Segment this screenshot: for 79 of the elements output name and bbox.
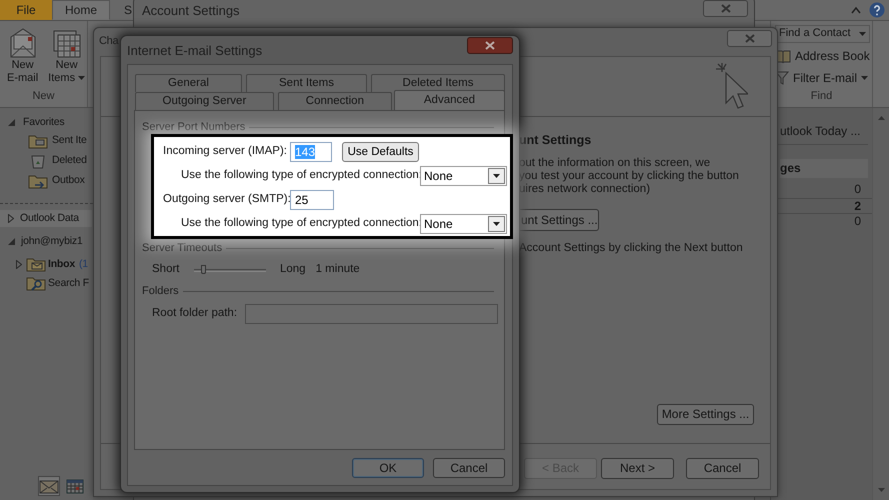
field-label: Use the following type of encrypted connection: [181, 217, 420, 232]
envelope-icon [8, 27, 38, 59]
dialog-button[interactable]: OK [352, 458, 424, 478]
collapse-ribbon-icon [851, 6, 861, 14]
test-button[interactable]: unt Settings ... [519, 209, 599, 231]
calendar-icon [66, 478, 84, 494]
slider-label: Long [280, 263, 306, 278]
ribbon-tab[interactable]: File [0, 0, 52, 20]
close-icon [744, 34, 754, 43]
input-field[interactable]: 143 [290, 142, 332, 162]
window-title: Account Settings [142, 3, 240, 19]
cursor-click-icon [716, 61, 748, 111]
search-folder-icon [26, 275, 46, 292]
help-icon [869, 2, 885, 18]
close-icon [485, 41, 495, 50]
folder-label[interactable]: Inbox [48, 258, 75, 270]
caret-icon [493, 222, 500, 226]
dropdown[interactable]: None [420, 214, 507, 234]
tab[interactable]: Connection [278, 92, 392, 110]
window-title: Internet E-mail Settings [126, 42, 262, 60]
field-label: Use the following type of encrypted connection: [181, 169, 420, 184]
field-label: Incoming server (IMAP): [163, 145, 288, 160]
dialog-button[interactable]: Cancel [433, 458, 505, 478]
folder-label[interactable]: Outbox [52, 174, 85, 187]
dialog-button[interactable]: Next > [601, 458, 674, 479]
ribbon-tab[interactable]: Home [52, 0, 110, 20]
ribbon-tab[interactable]: S [122, 0, 134, 20]
slider-label: Short [152, 263, 180, 278]
ribbon-button[interactable]: Filter E-mail [775, 69, 872, 87]
timeout-value: 1 minute [316, 263, 360, 278]
instruction-text: Account Settings by clicking the Next button [519, 242, 744, 256]
folder-label[interactable]: Search F [48, 276, 89, 290]
expand-triangle-icon [16, 260, 22, 269]
field-label: Outgoing server (SMTP): [163, 193, 290, 208]
input-field[interactable]: 25 [290, 190, 334, 210]
ribbon-button[interactable]: New E-mail [4, 25, 42, 86]
tab[interactable]: General [135, 74, 242, 92]
field-label: Root folder path: [152, 307, 238, 322]
use-defaults-button[interactable]: Use Defaults [342, 142, 419, 162]
description: out the information on this screen, we you test your account by clicking the button uires network connection) [519, 157, 740, 196]
account-row[interactable]: john@mybiz1 [0, 232, 92, 250]
scroll-up-icon [878, 116, 884, 120]
tab[interactable]: Outgoing Server [135, 92, 274, 110]
group-label: Folders [142, 285, 179, 298]
caret-icon [493, 174, 500, 178]
envelope-icon [39, 478, 59, 494]
heading: unt Settings [519, 133, 592, 148]
folder-icon [28, 132, 48, 149]
count: 0 [853, 182, 862, 198]
section-header: ges [780, 159, 868, 178]
dialog-button[interactable]: Cancel [686, 458, 759, 479]
envelope-folder-icon [26, 256, 46, 272]
group-label: Server Port Numbers [142, 121, 246, 134]
ribbon-button[interactable]: New Items [45, 25, 88, 86]
scroll-down-icon [878, 488, 884, 492]
navigation-button[interactable] [38, 476, 60, 496]
section-header[interactable]: Favorites [23, 116, 64, 129]
folder-arrow-icon [28, 172, 48, 189]
count: 0 [853, 214, 862, 230]
window-title: Cha [98, 34, 118, 49]
tab[interactable]: Deleted Items [371, 74, 505, 92]
unread-count: (1 [79, 258, 88, 270]
search-field[interactable]: Find a Contact [775, 25, 870, 43]
scrollbar[interactable] [872, 108, 889, 500]
more-settings-button[interactable]: More Settings ... [657, 404, 754, 425]
group-label: Server Timeouts [142, 242, 222, 256]
folder-label[interactable]: Sent Ite [52, 134, 87, 147]
close-button[interactable] [467, 37, 513, 54]
dropdown[interactable]: None [420, 166, 507, 186]
group-label: Find [810, 90, 834, 103]
link[interactable]: utlook Today ... [780, 124, 860, 138]
folder-label[interactable]: Deleted [52, 154, 87, 167]
input-field[interactable] [245, 304, 498, 324]
group-label: New [31, 90, 56, 103]
account-row[interactable]: Outlook Data [0, 210, 92, 227]
slider-thumb[interactable] [200, 264, 206, 274]
tab[interactable]: Advanced [394, 90, 505, 110]
close-icon [720, 4, 730, 13]
tab[interactable]: Sent Items [246, 74, 367, 92]
